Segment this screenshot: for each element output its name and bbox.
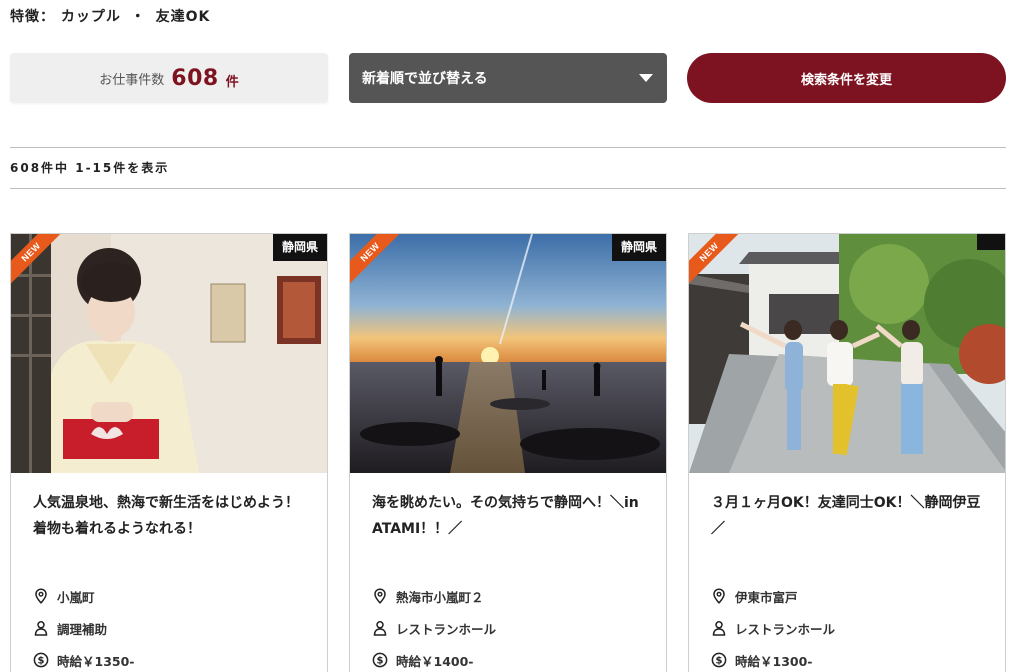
job-count-box: お仕事件数 608 件 — [10, 53, 328, 103]
prefecture-tag: 静岡県 — [272, 234, 327, 261]
job-card-grid: NEW 静岡県 人気温泉地、熱海で新生活をはじめよう！着物も着れるようなれる！ … — [10, 233, 1006, 672]
sunset-sea-photo — [350, 234, 666, 473]
job-position-row: レストランホール — [372, 612, 666, 644]
results-divider-bottom — [10, 188, 1006, 189]
svg-text:$: $ — [377, 656, 384, 667]
results-controls: お仕事件数 608 件 新着順で並び替える 検索条件を変更 — [10, 53, 1006, 104]
results-divider-top — [10, 147, 1006, 148]
kimino-photo — [11, 234, 327, 473]
location-pin-icon — [374, 588, 386, 604]
job-location: 伊東市富戸 — [735, 589, 798, 605]
results-range-text: 608件中 1-15件を表示 — [10, 161, 170, 175]
job-title[interactable]: 人気温泉地、熱海で新生活をはじめよう！着物も着れるようなれる！ — [11, 473, 327, 580]
job-wage: 時給￥1400- — [396, 653, 474, 669]
filter-item-friends-ok: 友達OK — [155, 9, 211, 25]
sort-selected-label: 新着順で並び替える — [362, 71, 488, 87]
job-location: 熱海市小嵐町２ — [396, 589, 484, 605]
job-card-image: NEW 静岡県 — [11, 234, 327, 473]
job-position: レストランホール — [735, 621, 836, 637]
job-position: 調理補助 — [57, 621, 108, 637]
job-location-row: 熱海市小嵐町２ — [372, 580, 666, 612]
chevron-down-icon — [639, 74, 653, 82]
friends-street-photo — [689, 234, 1005, 473]
job-location-row: 小嵐町 — [33, 580, 327, 612]
dollar-coin-icon: $ — [33, 652, 49, 668]
svg-text:$: $ — [38, 656, 45, 667]
job-card-image: NEW 静岡県 — [350, 234, 666, 473]
svg-text:$: $ — [716, 656, 723, 667]
job-wage-row: $ 時給￥1350- — [33, 644, 327, 672]
job-card[interactable]: NEW ３月１ヶ月OK！友達同士OK！＼静岡伊豆／ 伊東市富戸 レストランホール… — [688, 233, 1006, 672]
job-meta: 小嵐町 調理補助 $ 時給￥1350- — [11, 580, 327, 672]
job-meta: 伊東市富戸 レストランホール $ 時給￥1300- — [689, 580, 1005, 672]
change-search-conditions-button[interactable]: 検索条件を変更 — [687, 53, 1006, 103]
job-wage: 時給￥1300- — [735, 653, 813, 669]
job-search-results-page: 特徴： カップル ・ 友達OK お仕事件数 608 件 新着順で並び替える 検索… — [0, 0, 1024, 672]
dollar-coin-icon: $ — [711, 652, 727, 668]
dollar-coin-icon: $ — [372, 652, 388, 668]
job-location-row: 伊東市富戸 — [711, 580, 1005, 612]
location-pin-icon — [713, 588, 725, 604]
job-position-row: 調理補助 — [33, 612, 327, 644]
job-count-label: お仕事件数 — [99, 72, 165, 88]
job-title[interactable]: ３月１ヶ月OK！友達同士OK！＼静岡伊豆／ — [689, 473, 1005, 580]
job-position: レストランホール — [396, 621, 497, 637]
job-card[interactable]: NEW 静岡県 人気温泉地、熱海で新生活をはじめよう！着物も着れるようなれる！ … — [10, 233, 328, 672]
filter-label: 特徴： — [10, 9, 55, 25]
sort-dropdown[interactable]: 新着順で並び替える — [349, 53, 667, 103]
person-icon — [34, 621, 48, 636]
filter-summary: 特徴： カップル ・ 友達OK — [10, 6, 210, 26]
filter-item-couple: カップル — [60, 9, 121, 25]
job-position-row: レストランホール — [711, 612, 1005, 644]
person-icon — [373, 621, 387, 636]
filter-separator: ・ — [130, 9, 146, 25]
job-card-image: NEW — [689, 234, 1005, 473]
job-wage-row: $ 時給￥1300- — [711, 644, 1005, 672]
job-title[interactable]: 海を眺めたい。その気持ちで静岡へ！＼in ATAMI！！／ — [350, 473, 666, 580]
prefecture-tag: 静岡県 — [611, 234, 666, 261]
job-card[interactable]: NEW 静岡県 海を眺めたい。その気持ちで静岡へ！＼in ATAMI！！／ 熱海… — [349, 233, 667, 672]
job-count-unit: 件 — [225, 75, 239, 90]
person-icon — [712, 621, 726, 636]
job-wage: 時給￥1350- — [57, 653, 135, 669]
job-wage-row: $ 時給￥1400- — [372, 644, 666, 672]
job-count-value: 608 — [171, 65, 219, 91]
job-location: 小嵐町 — [57, 589, 95, 605]
location-pin-icon — [35, 588, 47, 604]
job-meta: 熱海市小嵐町２ レストランホール $ 時給￥1400- — [350, 580, 666, 672]
